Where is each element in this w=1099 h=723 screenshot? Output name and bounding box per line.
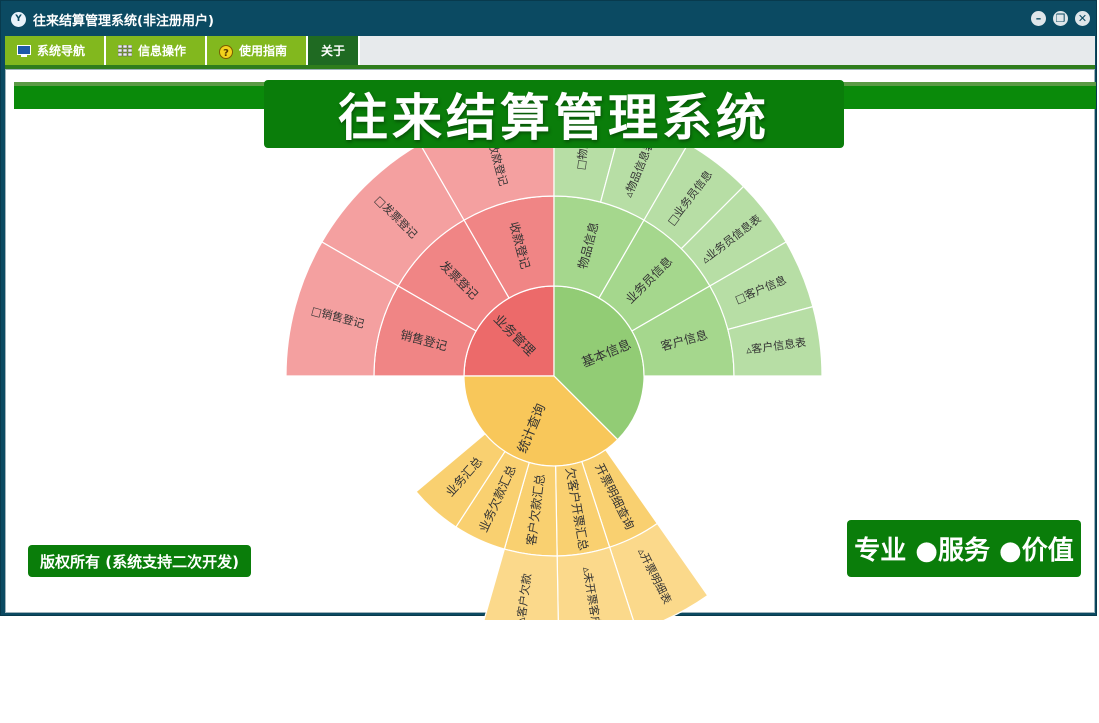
slogan-badge: 专业 ●服务 ●价值 — [847, 520, 1081, 577]
copyright-badge: 版权所有 (系统支持二次开发) — [28, 545, 251, 577]
system-banner-title: 往来结算管理系统 — [264, 80, 844, 148]
